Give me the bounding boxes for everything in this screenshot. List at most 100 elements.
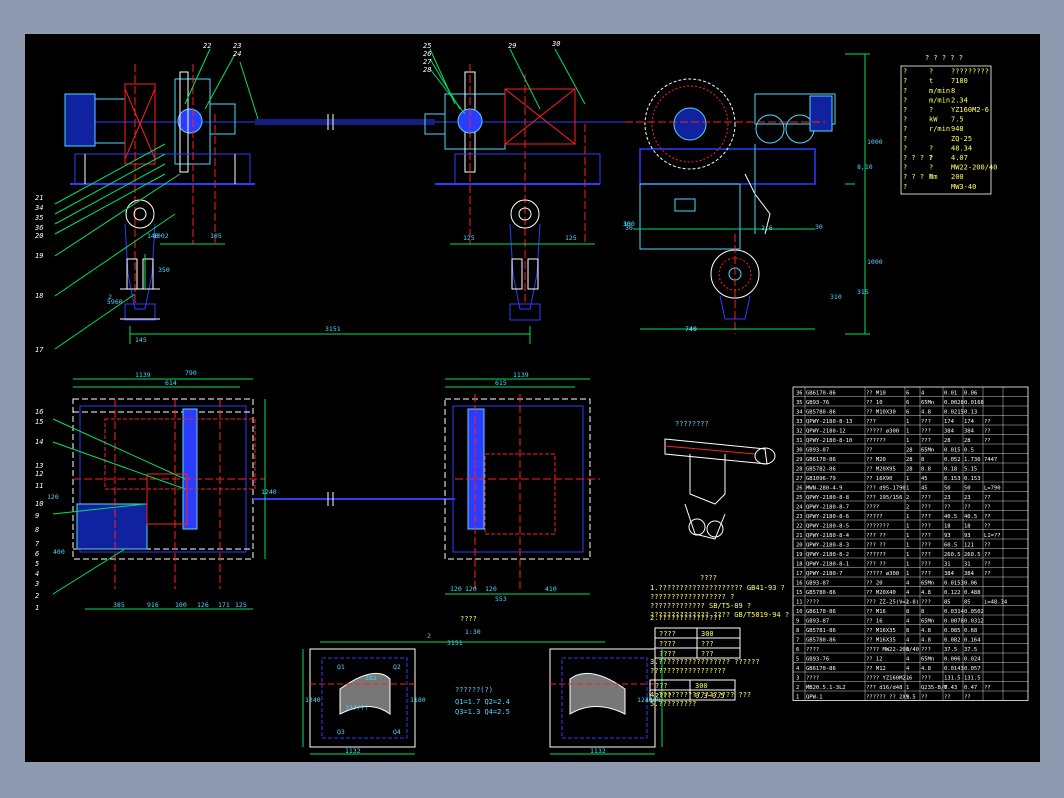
bom-cell-19-1: QPWY-2180-7 [806, 571, 842, 577]
spec-table-title: ? ? ? ? ? [925, 54, 963, 62]
notes-line-1: ?????????????????? ? [650, 593, 734, 601]
dim-plan_right-5: 553 [495, 595, 507, 603]
bom-cell-20-2: ?? 20 [866, 581, 883, 587]
bom-cell-32-4: ?? [921, 695, 928, 701]
bom-cell-4-6: 384 [964, 429, 975, 435]
callout-7: 7 [35, 540, 40, 548]
dim-plan_left-4: 385 [113, 601, 125, 609]
notes-table1-label-2: ???? [659, 650, 676, 658]
bom-cell-9-6: 0.153 [964, 476, 981, 482]
bom-cell-6-1: GB93-87 [806, 448, 829, 454]
bom-cell-1-3: 6 [906, 400, 909, 406]
bom-cell-19-5: 384 [944, 571, 955, 577]
bom-cell-19-0: 17 [796, 571, 803, 577]
bom-cell-22-1: ???? [806, 600, 819, 606]
spec-value-6: 948 [951, 125, 964, 133]
bom-cell-17-3: 1 [906, 552, 909, 558]
bom-cell-2-3: 6 [906, 410, 909, 416]
spec-label-8: ? [903, 144, 907, 152]
bom-cell-32-6: ?? [964, 695, 971, 701]
bom-cell-30-5: 131.5 [944, 676, 961, 682]
bom-cell-18-0: 18 [796, 562, 803, 568]
dim-bottom_center-1: 3151 [447, 639, 463, 647]
bom-cell-11-2: ??? 195/156 [866, 495, 902, 501]
notes-table1-value-1: ??? [701, 640, 714, 648]
bom-cell-24-2: ?? 16 [866, 619, 883, 625]
dim-plan_left-9: 120 [47, 493, 59, 501]
bom-cell-24-6: 0.0312 [964, 619, 984, 625]
callout-36: 36 [34, 224, 43, 232]
bom-cell-15-0: 21 [796, 533, 803, 539]
spec-unit-2: m/min [929, 87, 950, 95]
bom-cell-16-4: ??? [921, 543, 931, 549]
bom-cell-12-2: ???? [866, 505, 879, 511]
bom-cell-30-6: 131.5 [964, 676, 981, 682]
plan-view [52, 378, 600, 610]
bom-cell-3-3: 1 [906, 419, 909, 425]
bom-cell-2-5: 0.0215 [944, 410, 964, 416]
dim-side_right-7: 740 [685, 325, 697, 333]
callout-3: 3 [34, 580, 39, 588]
bom-cell-11-1: QPWY-2180-8-8 [806, 495, 849, 501]
notes-text: ???? 1.???????????????????? GB41-93 ?????… [345, 420, 789, 716]
bom-cell-14-7: ?? [984, 524, 991, 530]
dim-bottom_boxes-10: Q3 [337, 728, 345, 736]
spec-table: ? ? ? ? ????????????? t 7180? m/min 8? m/min 2… [900, 54, 997, 195]
spec-label-6: ? [903, 125, 907, 133]
bom-cell-17-6: 260.5 [964, 552, 981, 558]
bom-cell-12-7: ?? [984, 505, 991, 511]
spec-label-1: ? [903, 77, 907, 85]
dim-side_right-3: 1000 [867, 258, 883, 266]
bom-cell-0-1: GB6170-86 [806, 391, 836, 397]
dim-bottom_boxes-4: 1132 [345, 747, 361, 755]
dim-bottom_boxes-11: Q4 [393, 728, 401, 736]
spec-label-3: ? [903, 96, 907, 104]
bom-cell-25-4: 4.8 [921, 628, 931, 634]
bom-cell-22-7: i=48.34 [984, 600, 1008, 606]
bom-cell-11-6: 23 [964, 495, 971, 501]
bom-cell-20-4: 65Mn [921, 581, 934, 587]
bom-cell-12-5: ?? [944, 505, 951, 511]
dim-plan_right-4: 120 [485, 585, 497, 593]
spec-unit-0: ? [929, 68, 933, 76]
detail-label: ???????? [675, 420, 709, 428]
front-view [54, 48, 625, 350]
dim-plan_right-2: 120 [450, 585, 462, 593]
callout-24: 24 [233, 50, 241, 58]
bom-cell-13-4: ??? [921, 514, 931, 520]
bom-cell-24-3: 4 [906, 619, 910, 625]
callout-1: 1 [35, 604, 39, 612]
bom-cell-9-5: 0.153 [944, 476, 961, 482]
bom-cell-13-5: 40.5 [944, 514, 957, 520]
bom-cell-3-6: 174 [964, 419, 975, 425]
bom-cell-13-0: 23 [796, 514, 803, 520]
spec-value-8: 48.34 [951, 144, 972, 152]
bom-cell-11-4: ??? [921, 495, 931, 501]
notes-table2-label-1: ???? [655, 692, 672, 700]
bom-cell-15-3: 1 [906, 533, 909, 539]
bom-cell-10-2: ??? d95-1790 [866, 486, 906, 492]
callout-30: 30 [551, 40, 560, 48]
bom-cell-0-3: 6 [906, 391, 909, 397]
drawing-canvas[interactable]: ? ? ? ? ????????????? t 7180? m/min 8? m/min 2… [25, 34, 1040, 762]
bom-cell-11-5: 23 [944, 495, 951, 501]
bom-cell-9-2: ?? 16X90 [866, 476, 893, 482]
bom-cell-29-3: 4 [906, 666, 910, 672]
callout-23: 23 [233, 42, 241, 50]
bom-cell-11-0: 25 [796, 495, 803, 501]
bom-cell-30-0: 3 [796, 676, 799, 682]
bom-cell-4-7: ?? [984, 429, 991, 435]
bom-cell-26-2: ?? M16X35 [866, 638, 896, 644]
callout-8: 8 [35, 526, 39, 534]
bom-cell-27-1: ???? [806, 647, 819, 653]
bom-cell-10-3: 1 [906, 486, 909, 492]
spec-value-0: ????????? [951, 68, 989, 76]
notes-table1-label-0: ???? [659, 630, 676, 638]
callout-13: 13 [35, 462, 43, 470]
bom-cell-14-4: ??? [921, 524, 931, 530]
bom-cell-22-0: 11 [796, 600, 803, 606]
bom-cell-19-4: ??? [921, 571, 931, 577]
bom-cell-31-6: 0.47 [964, 685, 977, 691]
notes-table1-value-2: ??? [701, 650, 714, 658]
dim-front_mid-0: 350 [158, 266, 170, 274]
